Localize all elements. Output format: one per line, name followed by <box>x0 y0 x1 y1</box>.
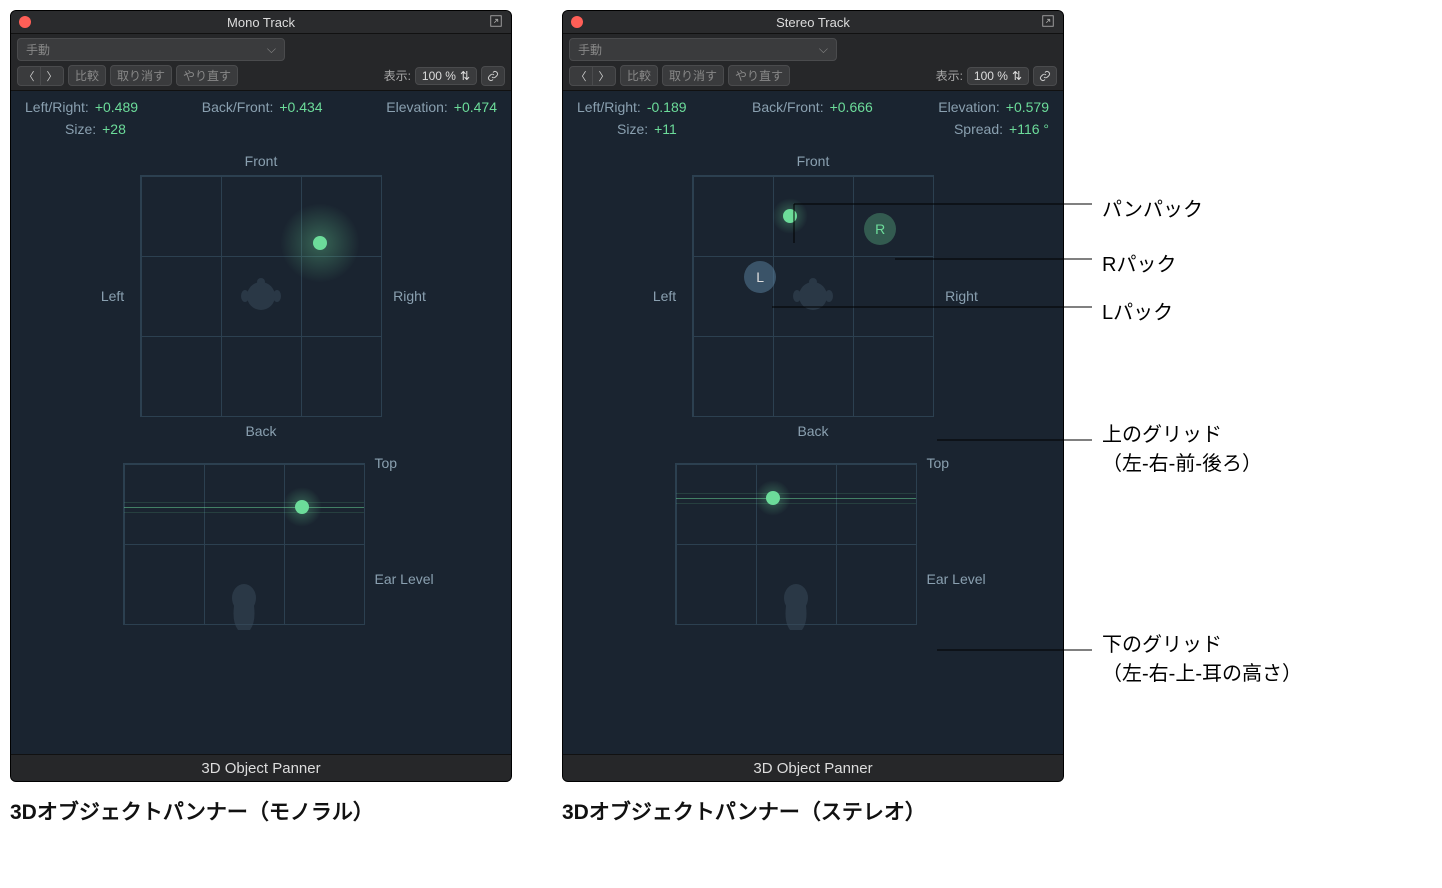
param-left-right[interactable]: Left/Right: -0.189 <box>577 99 687 115</box>
prev-button[interactable]: 〈 <box>570 67 592 85</box>
head-side-icon <box>224 582 264 630</box>
chevron-down-icon: ⌵ <box>267 42 276 57</box>
titlebar: Mono Track <box>11 11 511 34</box>
link-button[interactable] <box>481 66 505 86</box>
label-front: Front <box>245 153 278 169</box>
undo-button[interactable]: 取り消す <box>110 65 172 86</box>
head-icon <box>791 276 835 316</box>
pan-puck[interactable] <box>313 236 327 250</box>
redo-button[interactable]: やり直す <box>176 65 238 86</box>
nav-segment: 〈 〉 <box>569 66 616 86</box>
redo-button[interactable]: やり直す <box>728 65 790 86</box>
prev-button[interactable]: 〈 <box>18 67 40 85</box>
stepper-icon: ⇅ <box>460 69 470 83</box>
r-puck[interactable]: R <box>864 213 896 245</box>
mode-label: 手動 <box>578 41 602 58</box>
nav-segment: 〈 〉 <box>17 66 64 86</box>
view-label: 表示: <box>936 67 963 84</box>
callout-topgrid: 上のグリッド （左-右-前-後ろ） <box>1102 418 1262 476</box>
compare-button[interactable]: 比較 <box>620 65 658 86</box>
stereo-caption: 3Dオブジェクトパンナー（ステレオ） <box>562 796 1064 826</box>
close-icon[interactable] <box>19 16 31 28</box>
next-button[interactable]: 〉 <box>40 67 63 85</box>
mode-dropdown[interactable]: 手動 ⌵ <box>569 38 837 61</box>
param-elevation[interactable]: Elevation: +0.474 <box>386 99 497 115</box>
elevation-line <box>124 507 364 508</box>
top-grid[interactable]: R L <box>692 175 934 417</box>
head-icon <box>239 276 283 316</box>
close-icon[interactable] <box>571 16 583 28</box>
stepper-icon: ⇅ <box>1012 69 1022 83</box>
param-back-front[interactable]: Back/Front: +0.666 <box>752 99 873 115</box>
label-left: Left <box>85 288 140 304</box>
pan-puck[interactable] <box>783 209 797 223</box>
label-top: Top <box>927 455 1007 471</box>
label-right: Right <box>934 288 989 304</box>
callout-panpuck: パンパック <box>1102 193 1203 222</box>
elevation-puck[interactable] <box>295 500 309 514</box>
zoom-value: 100 % <box>974 69 1008 83</box>
label-left: Left <box>637 288 692 304</box>
param-elevation[interactable]: Elevation: +0.579 <box>938 99 1049 115</box>
label-right: Right <box>382 288 437 304</box>
mode-dropdown[interactable]: 手動 ⌵ <box>17 38 285 61</box>
next-button[interactable]: 〉 <box>592 67 615 85</box>
mono-panel: Mono Track 手動 ⌵ 〈 〉 比較 取り消す やり直す 表示: 100… <box>10 10 512 782</box>
compare-button[interactable]: 比較 <box>68 65 106 86</box>
param-size[interactable]: Size: +11 <box>577 121 677 137</box>
param-left-right[interactable]: Left/Right: +0.489 <box>25 99 138 115</box>
params: Left/Right: -0.189 Back/Front: +0.666 El… <box>563 91 1063 147</box>
label-ear: Ear Level <box>927 571 1007 587</box>
link-icon <box>487 70 499 82</box>
toolbar: 手動 ⌵ 〈 〉 比較 取り消す やり直す 表示: 100 % ⇅ <box>563 34 1063 91</box>
label-front: Front <box>797 153 830 169</box>
zoom-value: 100 % <box>422 69 456 83</box>
param-spread[interactable]: Spread: +116 ° <box>954 121 1049 137</box>
top-grid[interactable] <box>140 175 382 417</box>
elevation-puck[interactable] <box>766 491 780 505</box>
callout-lpuck: Lパック <box>1102 296 1173 325</box>
elevation-line <box>676 498 916 499</box>
window-title: Stereo Track <box>776 15 850 30</box>
expand-icon[interactable] <box>489 14 503 28</box>
params: Left/Right: +0.489 Back/Front: +0.434 El… <box>11 91 511 147</box>
stereo-panel: Stereo Track 手動 ⌵ 〈 〉 比較 取り消す やり直す 表示: 1… <box>562 10 1064 782</box>
chevron-down-icon: ⌵ <box>819 42 828 57</box>
label-top: Top <box>375 455 455 471</box>
expand-icon[interactable] <box>1041 14 1055 28</box>
head-side-icon <box>776 582 816 630</box>
callout-rpuck: Rパック <box>1102 248 1176 277</box>
window-title: Mono Track <box>227 15 295 30</box>
mode-label: 手動 <box>26 41 50 58</box>
zoom-stepper[interactable]: 100 % ⇅ <box>415 67 477 85</box>
footer-label: 3D Object Panner <box>11 754 511 781</box>
param-back-front[interactable]: Back/Front: +0.434 <box>202 99 323 115</box>
zoom-stepper[interactable]: 100 % ⇅ <box>967 67 1029 85</box>
bottom-grid[interactable] <box>123 463 365 625</box>
label-ear: Ear Level <box>375 571 455 587</box>
footer-label: 3D Object Panner <box>563 754 1063 781</box>
l-puck[interactable]: L <box>744 261 776 293</box>
toolbar: 手動 ⌵ 〈 〉 比較 取り消す やり直す 表示: 100 % ⇅ <box>11 34 511 91</box>
label-back: Back <box>797 423 828 439</box>
view-label: 表示: <box>384 67 411 84</box>
mono-caption: 3Dオブジェクトパンナー（モノラル） <box>10 796 512 826</box>
undo-button[interactable]: 取り消す <box>662 65 724 86</box>
link-icon <box>1039 70 1051 82</box>
callout-btmgrid: 下のグリッド （左-右-上-耳の高さ） <box>1102 628 1302 686</box>
link-button[interactable] <box>1033 66 1057 86</box>
titlebar: Stereo Track <box>563 11 1063 34</box>
param-size[interactable]: Size: +28 <box>25 121 126 137</box>
bottom-grid[interactable] <box>675 463 917 625</box>
label-back: Back <box>245 423 276 439</box>
